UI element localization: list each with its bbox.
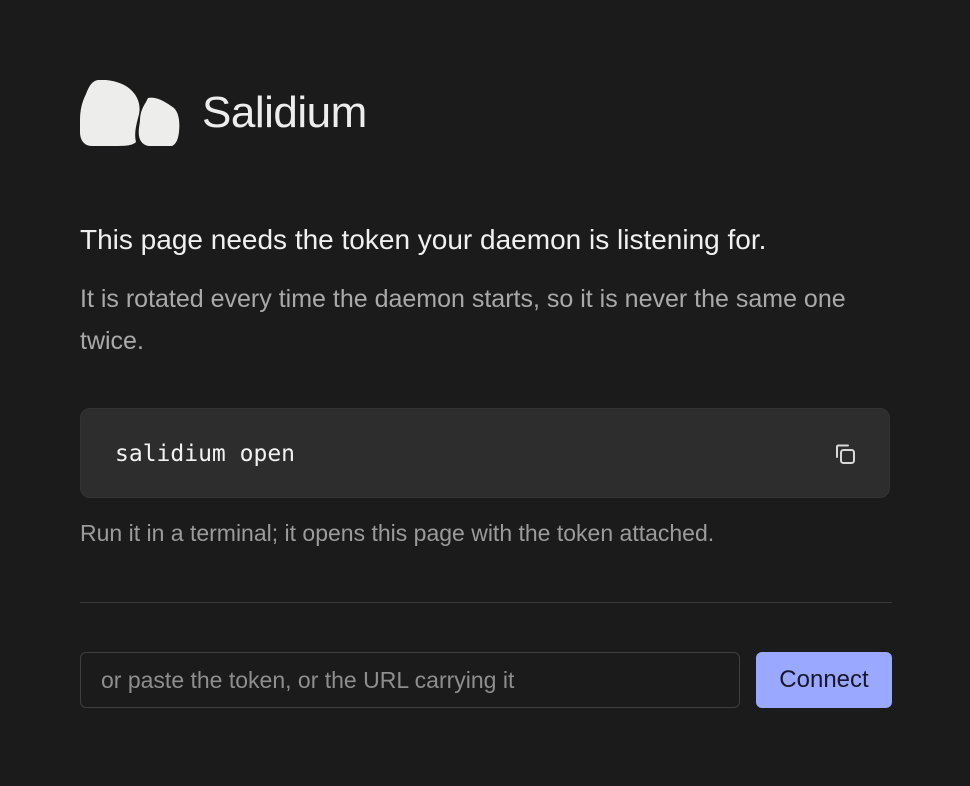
brand-name: Salidium	[202, 88, 367, 137]
page-headline: This page needs the token your daemon is…	[80, 224, 767, 255]
command-box: salidium open	[80, 408, 890, 498]
command-hint: Run it in a terminal; it opens this page…	[80, 520, 715, 546]
connect-button[interactable]: Connect	[756, 652, 892, 708]
token-page: Salidium This page needs the token your …	[0, 0, 970, 786]
pebbles-logo-icon	[80, 80, 180, 146]
copy-button[interactable]	[831, 440, 859, 468]
copy-icon	[836, 444, 855, 464]
command-text[interactable]: salidium open	[115, 438, 295, 470]
brand-header: Salidium	[80, 80, 367, 148]
section-divider	[80, 602, 892, 603]
page-subtext: It is rotated every time the daemon star…	[80, 285, 846, 355]
token-input[interactable]	[80, 652, 740, 708]
